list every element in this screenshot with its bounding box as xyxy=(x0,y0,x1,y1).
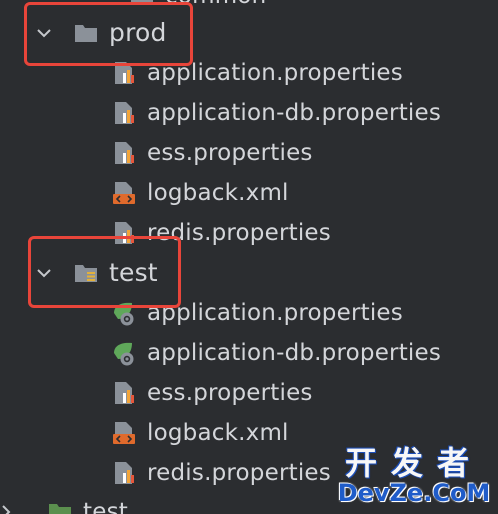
tree-label-file: ess.properties xyxy=(147,140,313,166)
project-tree: common prod application.properties xyxy=(0,0,498,514)
tree-label-file: logback.xml xyxy=(147,180,289,206)
properties-file-icon xyxy=(110,99,138,127)
tree-label-file: application.properties xyxy=(147,300,403,326)
xml-file-icon xyxy=(110,179,138,207)
highlight-box-test xyxy=(28,236,181,308)
tree-label-test-bottom: test xyxy=(83,499,128,514)
tree-row-file[interactable]: application-db.properties xyxy=(110,333,441,373)
tree-label-file: redis.properties xyxy=(147,460,331,486)
properties-file-icon xyxy=(110,459,138,487)
watermark-logo: 开发者 DevZe.CoM xyxy=(336,446,492,508)
watermark-top-text: 开发者 xyxy=(344,444,483,482)
chevron-right-icon[interactable] xyxy=(0,502,16,514)
tree-row-file[interactable]: logback.xml xyxy=(110,173,289,213)
properties-file-icon xyxy=(110,139,138,167)
tree-label-file: logback.xml xyxy=(147,420,289,446)
xml-file-icon xyxy=(110,419,138,447)
properties-file-icon xyxy=(110,379,138,407)
tree-row-file[interactable]: ess.properties xyxy=(110,133,313,173)
tree-row-file[interactable]: application-db.properties xyxy=(110,93,441,133)
tree-label-file: application-db.properties xyxy=(147,340,442,366)
tree-row-file[interactable]: ess.properties xyxy=(110,373,313,413)
spring-properties-file-icon xyxy=(110,339,138,367)
highlight-box-prod xyxy=(24,2,193,66)
watermark-bottom-text: DevZe.CoM xyxy=(337,479,491,507)
tree-label-file: application-db.properties xyxy=(147,100,442,126)
test-folder-icon xyxy=(46,498,74,514)
tree-row-test-bottom[interactable]: test xyxy=(0,492,128,514)
tree-row-file[interactable]: redis.properties xyxy=(110,453,331,493)
tree-label-file: ess.properties xyxy=(147,380,313,406)
tree-row-file[interactable]: logback.xml xyxy=(110,413,289,453)
